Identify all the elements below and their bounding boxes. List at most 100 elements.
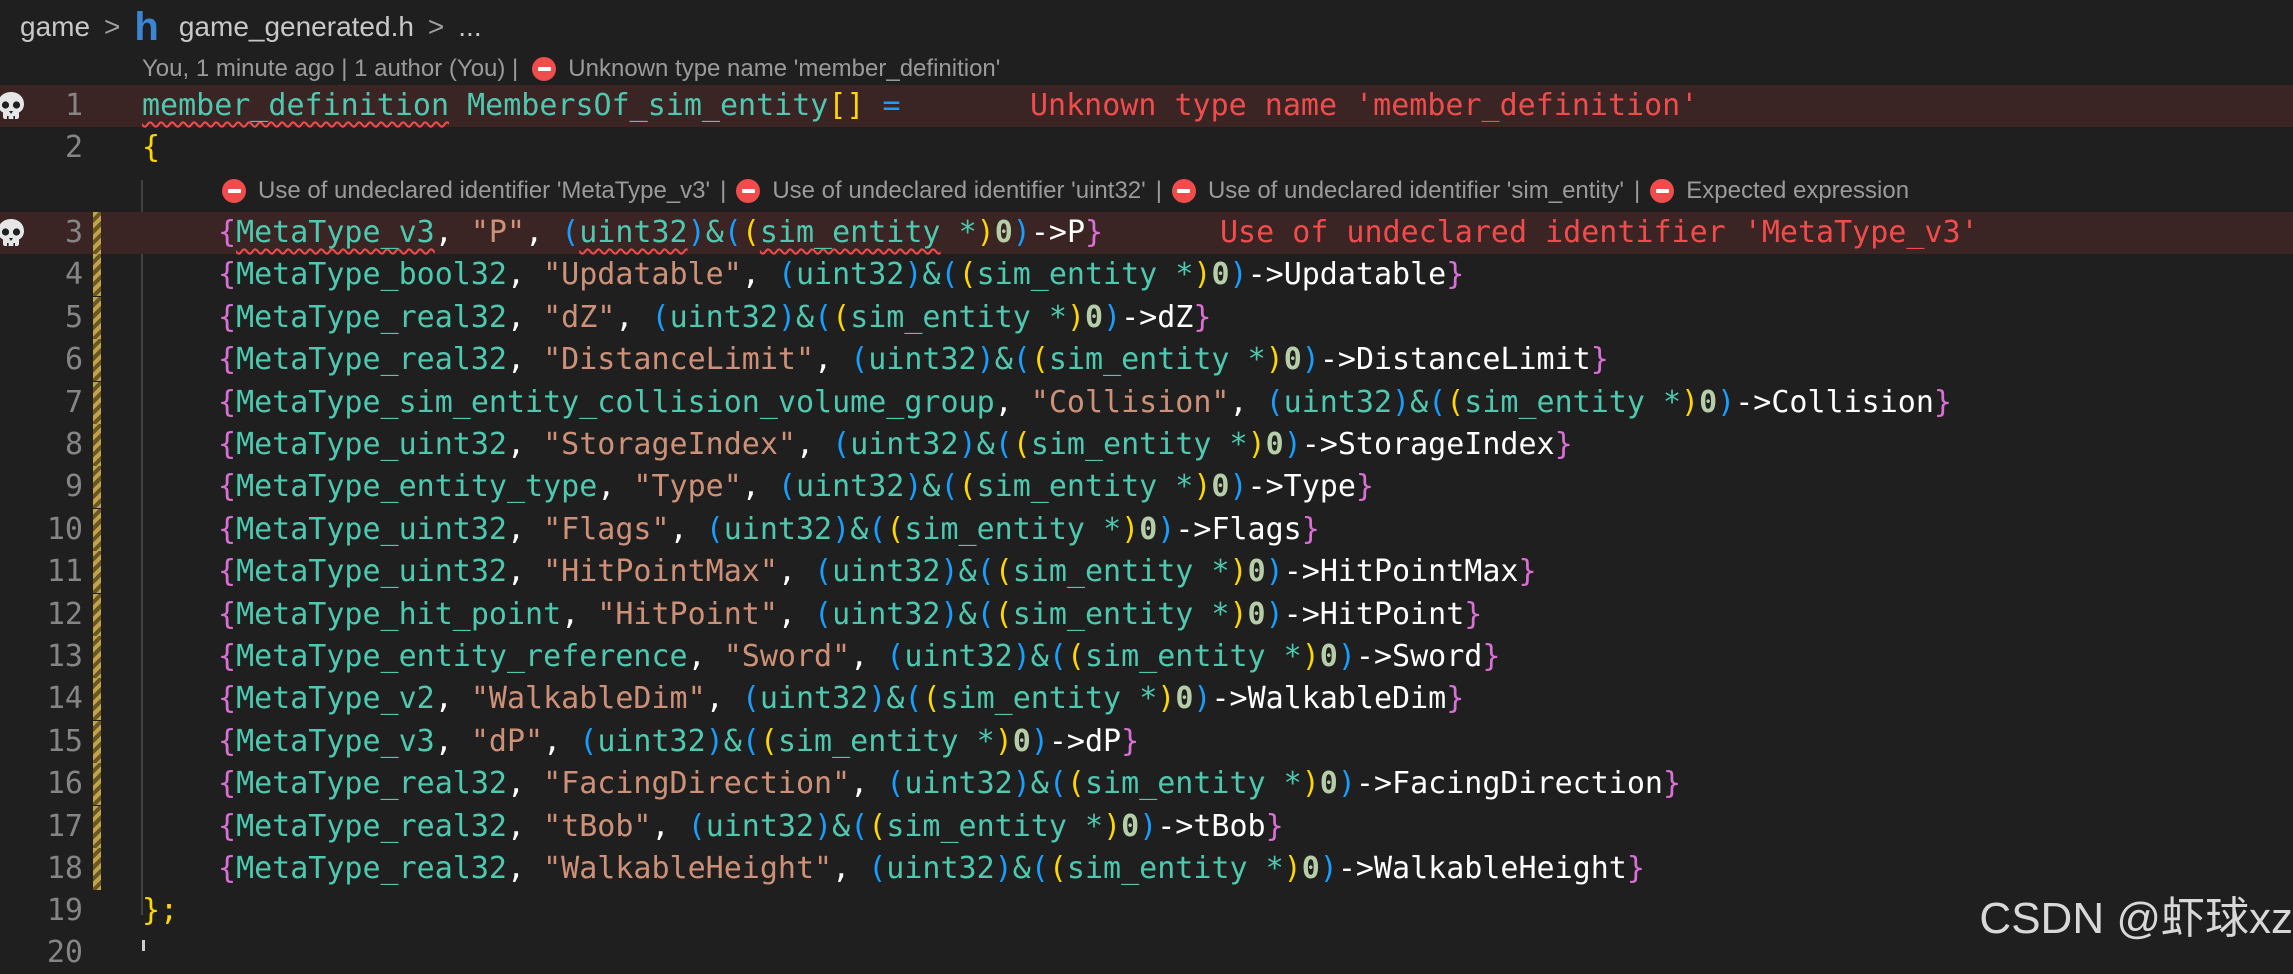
diagnostic-message[interactable]: Use of undeclared identifier 'uint32': [772, 177, 1145, 205]
line-number: 18: [46, 851, 83, 886]
modified-line-indicator[interactable]: [93, 254, 101, 297]
modified-line-indicator[interactable]: [93, 339, 101, 382]
brace-close-token: }: [1933, 384, 1952, 420]
string-token: "HitPointMax": [543, 554, 778, 590]
cast-type-token: uint32: [705, 808, 815, 844]
code-text[interactable]: {MetaType_real32, "DistanceLimit", (uint…: [218, 339, 1609, 381]
code-text[interactable]: {MetaType_real32, "FacingDirection", (ui…: [218, 763, 1681, 805]
code-text[interactable]: {MetaType_uint32, "Flags", (uint32)&((si…: [218, 509, 1320, 551]
code-line-5[interactable]: 5 {MetaType_real32, "dZ", (uint32)&((sim_…: [0, 296, 2293, 339]
code-line-8[interactable]: 8 {MetaType_uint32, "StorageIndex", (uint…: [0, 424, 2293, 466]
field-token: HitPointMax: [1319, 554, 1519, 590]
code-line-2[interactable]: 2 {: [0, 127, 2293, 169]
code-line-13[interactable]: 13 {MetaType_entity_reference, "Sword", (…: [0, 636, 2293, 678]
modified-line-indicator[interactable]: [93, 424, 101, 466]
code-text[interactable]: {MetaType_sim_entity_collision_volume_gr…: [218, 382, 1952, 424]
cast-type-token: uint32: [723, 511, 833, 547]
code-text[interactable]: {MetaType_v3, "P", (uint32)&((sim_entity…: [218, 212, 1103, 254]
breadcrumb-folder[interactable]: game: [20, 11, 90, 43]
paren-open-token: (: [1428, 384, 1447, 420]
string-token: "FacingDirection": [543, 766, 851, 802]
modified-line-indicator[interactable]: [93, 381, 101, 424]
code-text[interactable]: {MetaType_real32, "tBob", (uint32)&((sim…: [218, 806, 1284, 848]
code-line-17[interactable]: 17 {MetaType_real32, "tBob", (uint32)&((s…: [0, 805, 2293, 848]
blame-text[interactable]: You, 1 minute ago | 1 author (You) |: [142, 55, 518, 83]
code-line-15[interactable]: 15 {MetaType_v3, "dP", (uint32)&((sim_ent…: [0, 720, 2293, 763]
code-text[interactable]: };: [142, 890, 178, 932]
code-line-18[interactable]: 18 {MetaType_real32, "WalkableHeight", (u…: [0, 848, 2293, 890]
code-line-10[interactable]: 10 {MetaType_uint32, "Flags", (uint32)&((…: [0, 508, 2293, 551]
blame-lens[interactable]: You, 1 minute ago | 1 author (You) | Unk…: [142, 52, 1000, 86]
paren-close-token: ): [1103, 299, 1122, 335]
code-line-4[interactable]: 4 {MetaType_bool32, "Updatable", (uint32)…: [0, 254, 2293, 297]
breadcrumb-more[interactable]: ...: [458, 11, 481, 43]
cast-type-token: uint32: [850, 427, 959, 462]
code-text[interactable]: {MetaType_real32, "WalkableHeight", (uin…: [218, 848, 1645, 890]
diagnostic-message[interactable]: Use of undeclared identifier 'MetaType_v…: [258, 177, 710, 205]
modified-line-indicator[interactable]: [93, 296, 101, 339]
code-text[interactable]: {MetaType_entity_reference, "Sword", (ui…: [218, 636, 1500, 678]
inline-error-text[interactable]: Unknown type name 'member_definition': [1030, 85, 1698, 127]
field-token: Flags: [1211, 511, 1302, 547]
arrow-token: ->: [1355, 766, 1393, 802]
address-of-token: &: [1030, 766, 1049, 802]
code-line-7[interactable]: 7 {MetaType_sim_entity_collision_volume_g…: [0, 381, 2293, 424]
comma-token: ,: [434, 723, 471, 759]
code-line-6[interactable]: 6 {MetaType_real32, "DistanceLimit", (uin…: [0, 339, 2293, 382]
code-line-1[interactable]: 1 member_definition MembersOf_sim_entity…: [0, 85, 2293, 127]
comma-token: ,: [741, 257, 778, 293]
code-line-3[interactable]: 3 {MetaType_v3, "P", (uint32)&((sim_entit…: [0, 212, 2293, 254]
code-line-12[interactable]: 12 {MetaType_hit_point, "HitPoint", (uint…: [0, 593, 2293, 636]
code-line-16[interactable]: 16 {MetaType_real32, "FacingDirection", (…: [0, 763, 2293, 806]
paren-close-token: ): [1157, 681, 1176, 717]
code-line-9[interactable]: 9 {MetaType_entity_type, "Type", (uint32)…: [0, 466, 2293, 509]
modified-line-indicator[interactable]: [93, 636, 101, 678]
comma-token: ,: [543, 723, 580, 759]
line-number: 14: [46, 681, 83, 717]
modified-line-indicator[interactable]: [93, 678, 101, 721]
paren-open-token: (: [561, 215, 580, 250]
code-text[interactable]: {MetaType_v3, "dP", (uint32)&((sim_entit…: [218, 721, 1139, 763]
modified-line-indicator[interactable]: [93, 848, 101, 890]
string-token: "WalkableHeight": [543, 851, 833, 886]
diagnostic-message[interactable]: Use of undeclared identifier 'sim_entity…: [1208, 177, 1624, 205]
code-text[interactable]: {: [142, 127, 160, 169]
code-text[interactable]: {MetaType_v2, "WalkableDim", (uint32)&((…: [218, 678, 1464, 720]
modified-line-indicator[interactable]: [93, 593, 101, 636]
address-of-token: &: [922, 469, 941, 505]
diagnostic-lens[interactable]: Use of undeclared identifier 'MetaType_v…: [222, 174, 1909, 208]
code-text[interactable]: {MetaType_uint32, "HitPointMax", (uint32…: [218, 551, 1537, 593]
field-token: tBob: [1193, 808, 1266, 844]
breadcrumb-file[interactable]: game_generated.h: [179, 11, 414, 43]
diagnostic-message[interactable]: Expected expression: [1686, 177, 1909, 205]
modified-line-indicator[interactable]: [93, 763, 101, 806]
modified-line-indicator[interactable]: [93, 466, 101, 509]
blame-error[interactable]: Unknown type name 'member_definition': [568, 55, 1000, 83]
code-text[interactable]: member_definition MembersOf_sim_entity[]…: [142, 85, 901, 127]
pointer-token: *: [1048, 299, 1067, 335]
paren-close-token: ): [1229, 469, 1248, 505]
modified-line-indicator[interactable]: [93, 551, 101, 594]
modified-line-indicator[interactable]: [93, 508, 101, 551]
comma-token: ,: [507, 427, 544, 462]
number-token: 0: [1247, 554, 1266, 590]
struct-type-token: sim_entity: [1084, 766, 1266, 802]
code-line-20[interactable]: 20: [0, 932, 2293, 974]
inline-error-text[interactable]: Use of undeclared identifier 'MetaType_v…: [1220, 212, 1979, 254]
comma-token: ,: [850, 766, 887, 802]
code-line-19[interactable]: 19 };: [0, 890, 2293, 932]
code-text[interactable]: {MetaType_entity_type, "Type", (uint32)&…: [218, 466, 1374, 508]
code-line-11[interactable]: 11 {MetaType_uint32, "HitPointMax", (uint…: [0, 551, 2293, 594]
modified-line-indicator[interactable]: [93, 805, 101, 848]
code-text[interactable]: {MetaType_uint32, "StorageIndex", (uint3…: [218, 424, 1573, 466]
code-text[interactable]: {MetaType_hit_point, "HitPoint", (uint32…: [218, 594, 1482, 636]
modified-line-indicator[interactable]: [93, 212, 101, 254]
paren-close-token: ): [1319, 851, 1338, 886]
field-token: HitPoint: [1319, 596, 1465, 632]
brace-open-token: {: [218, 639, 237, 674]
code-line-14[interactable]: 14 {MetaType_v2, "WalkableDim", (uint32)&…: [0, 678, 2293, 721]
code-text[interactable]: {MetaType_bool32, "Updatable", (uint32)&…: [218, 254, 1464, 296]
paren-open-token: (: [976, 554, 995, 590]
modified-line-indicator[interactable]: [93, 720, 101, 763]
code-text[interactable]: {MetaType_real32, "dZ", (uint32)&((sim_e…: [218, 297, 1211, 339]
